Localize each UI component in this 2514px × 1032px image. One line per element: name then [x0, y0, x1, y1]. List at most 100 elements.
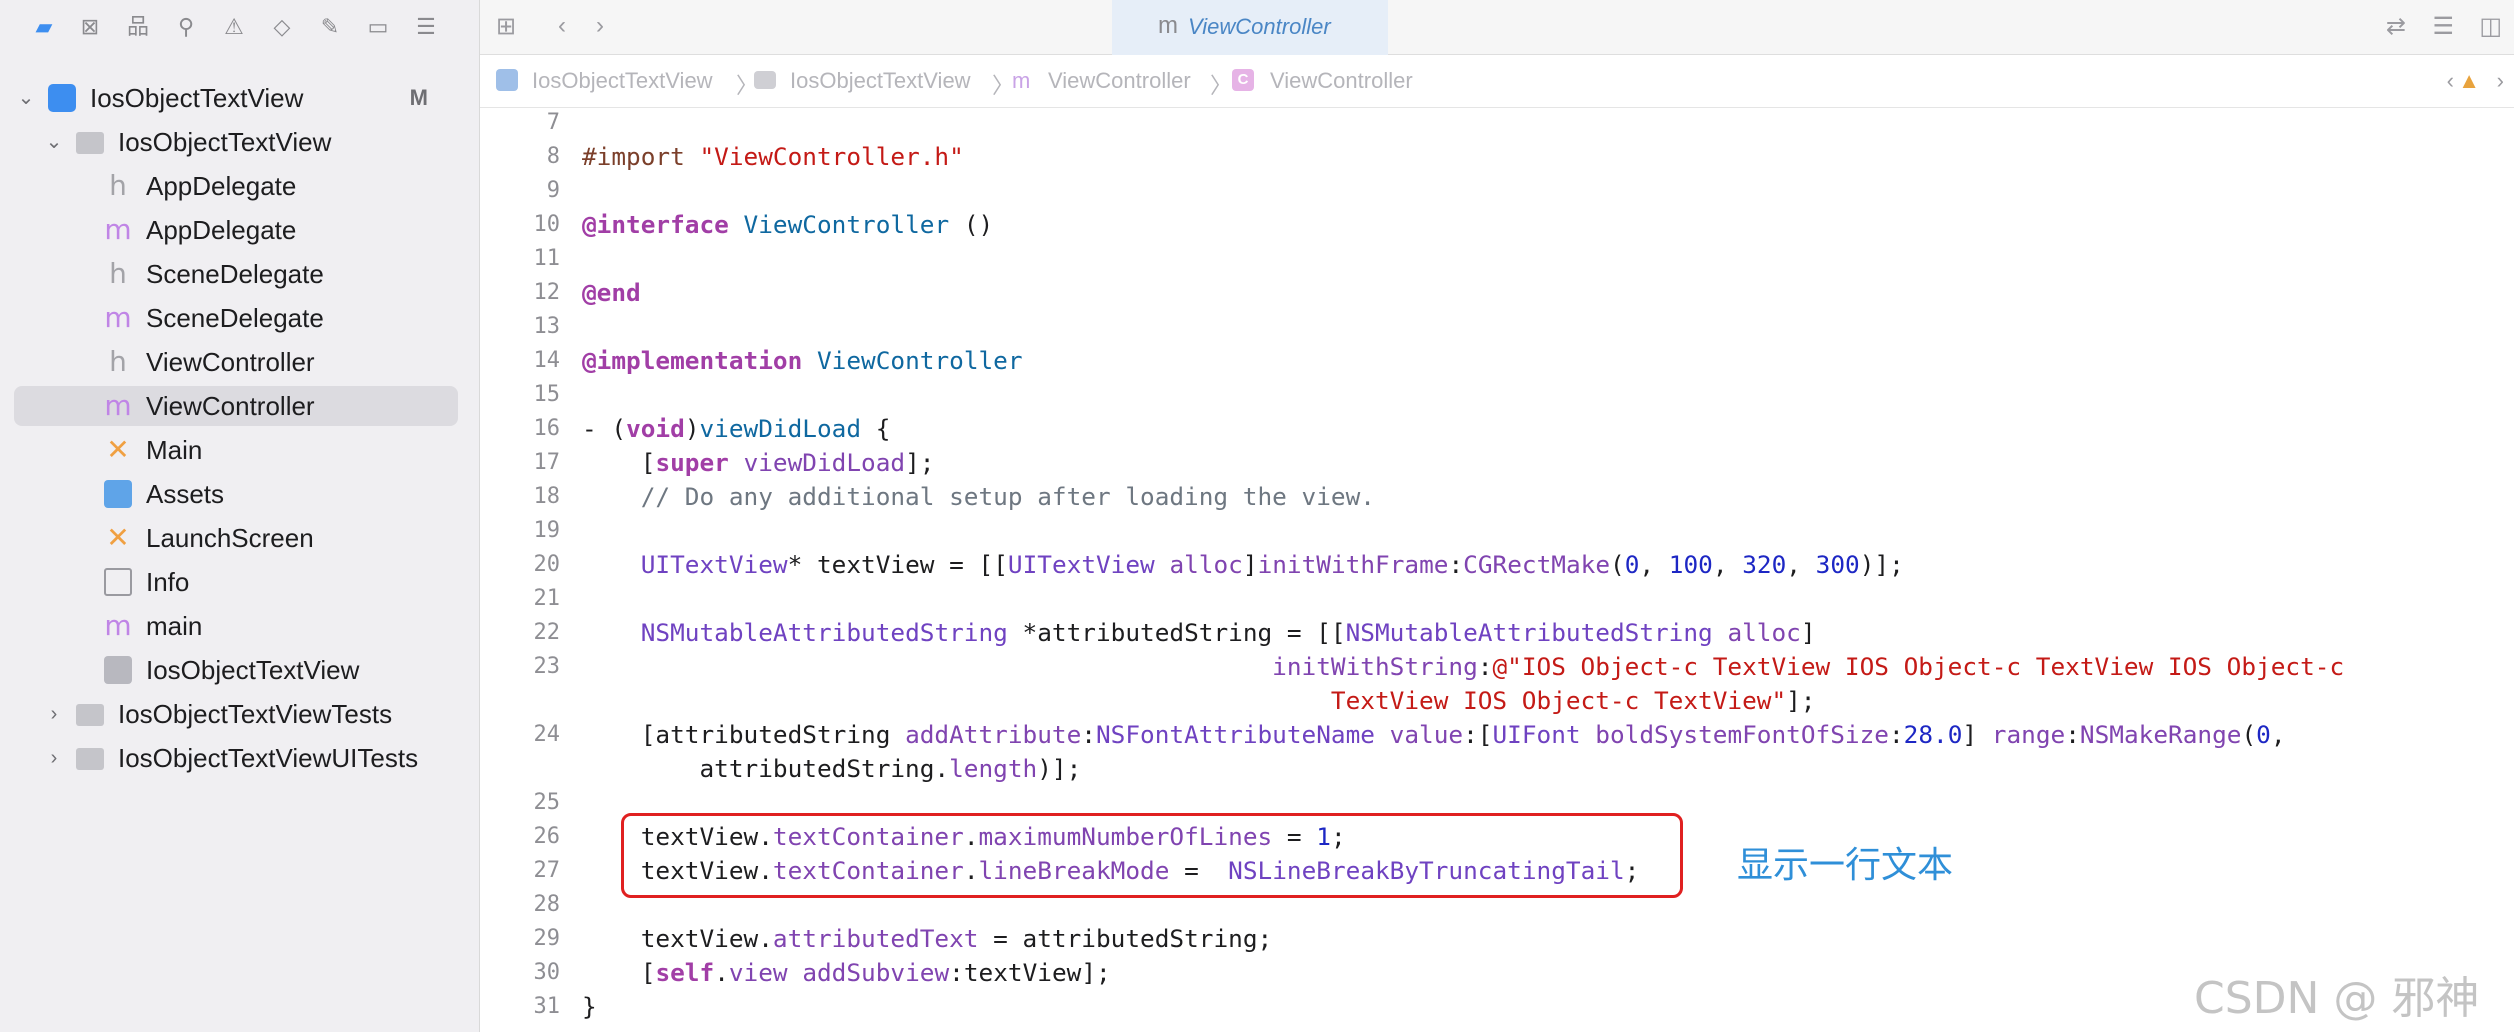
- navigator-toolbar: ▰ ⊠ 品 ⚲ ⚠ ◇ ✎ ▭ ☰: [0, 0, 479, 54]
- chevron-down-icon[interactable]: ⌄: [44, 122, 64, 162]
- line-number: 7: [546, 110, 560, 135]
- folder-icon: [76, 704, 104, 726]
- debug-icon[interactable]: ✎: [316, 14, 344, 40]
- editor-options-icon[interactable]: ☰: [2432, 12, 2454, 41]
- line-number: 31: [533, 994, 561, 1019]
- report-icon[interactable]: ☰: [412, 14, 440, 40]
- folder-icon: [754, 71, 776, 89]
- asset-catalog-icon: [104, 480, 132, 508]
- tree-item-group[interactable]: › IosObjectTextViewUITests: [14, 738, 458, 778]
- tree-item-file-selected[interactable]: m ViewController: [14, 386, 458, 426]
- tab-viewcontroller[interactable]: m ViewController: [1112, 0, 1388, 55]
- chevron-right-icon[interactable]: ›: [44, 738, 64, 778]
- folder-icon: [76, 748, 104, 770]
- test-icon[interactable]: ◇: [268, 14, 296, 40]
- chevron-right-icon[interactable]: ›: [2497, 68, 2504, 94]
- chevron-left-icon[interactable]: ‹: [558, 12, 566, 40]
- grid-icon[interactable]: ⊞: [496, 12, 516, 41]
- symbol-icon[interactable]: 品: [124, 14, 152, 40]
- issue-icon[interactable]: ⚠: [220, 14, 248, 40]
- breadcrumb-file[interactable]: ViewController: [1048, 68, 1191, 94]
- tree-item-group[interactable]: › IosObjectTextViewTests: [14, 694, 458, 734]
- editor-tab-bar: ⊞ ‹ › m ViewController ⇄ ☰ ◫: [480, 0, 2514, 55]
- header-file-icon: h: [109, 169, 127, 202]
- line-number: 27: [533, 858, 561, 883]
- tree-item-file[interactable]: m main: [14, 606, 458, 646]
- tree-item-project[interactable]: ⌄ IosObjectTextView M: [14, 78, 458, 118]
- line-number: 21: [533, 586, 561, 611]
- folder-icon: [76, 132, 104, 154]
- breadcrumb-project[interactable]: IosObjectTextView: [532, 68, 713, 94]
- line-number: 20: [533, 552, 561, 577]
- code-line-wrap: TextView IOS Object-c TextView"];: [1330, 686, 1816, 715]
- breakpoint-icon[interactable]: ▭: [364, 14, 392, 40]
- annotation-text: 显示一行文本: [1737, 845, 1954, 886]
- tree-item-file[interactable]: m SceneDelegate: [14, 298, 458, 338]
- chevron-left-icon[interactable]: ‹: [2447, 68, 2454, 94]
- tree-item-file[interactable]: ✕ LaunchScreen: [14, 518, 458, 558]
- line-number: 16: [533, 416, 561, 441]
- tree-item-file[interactable]: h SceneDelegate: [14, 254, 458, 294]
- tree-item-file[interactable]: IosObjectTextView: [14, 650, 458, 690]
- tree-item-file[interactable]: Assets: [14, 474, 458, 514]
- tree-item-file[interactable]: h AppDelegate: [14, 166, 458, 206]
- tab-title: ViewController: [1188, 14, 1331, 39]
- code-line: - (void)viewDidLoad {: [582, 414, 891, 443]
- split-editor-icon[interactable]: ◫: [2479, 12, 2502, 41]
- warning-icon[interactable]: ▲: [2458, 68, 2480, 94]
- chevron-right-icon: 〉: [992, 73, 1015, 98]
- plist-icon: [104, 568, 132, 596]
- entitlements-icon: [104, 656, 132, 684]
- tree-item-label: AppDelegate: [146, 171, 297, 201]
- tree-item-file[interactable]: m AppDelegate: [14, 210, 458, 250]
- objc-file-icon: m: [104, 389, 132, 422]
- swap-icon[interactable]: ⇄: [2386, 12, 2406, 41]
- tree-item-label: IosObjectTextViewTests: [118, 699, 393, 729]
- highlight-box: [621, 813, 1683, 898]
- objc-file-icon: m: [104, 213, 132, 246]
- code-line: textView.attributedText = attributedStri…: [582, 924, 1273, 953]
- chevron-right-icon[interactable]: ›: [44, 694, 64, 734]
- line-number: 18: [533, 484, 561, 509]
- code-line: #import "ViewController.h": [582, 142, 964, 171]
- chevron-right-icon: 〉: [1210, 73, 1233, 98]
- code-line: @end: [582, 278, 641, 307]
- line-number: 14: [533, 348, 561, 373]
- line-number: 8: [546, 144, 560, 169]
- watermark: CSDN @ 邪神: [2194, 973, 2480, 1024]
- tree-item-file[interactable]: Info: [14, 562, 458, 602]
- tree-item-label: IosObjectTextView: [118, 127, 332, 157]
- storyboard-icon: ✕: [106, 433, 130, 466]
- code-line: @interface ViewController (): [582, 210, 994, 239]
- code-line: // Do any additional setup after loading…: [582, 482, 1375, 511]
- objc-file-icon: m: [104, 609, 132, 642]
- line-number: 23: [533, 654, 561, 679]
- breadcrumb-group[interactable]: IosObjectTextView: [790, 68, 971, 94]
- tree-item-group[interactable]: ⌄ IosObjectTextView: [14, 122, 458, 162]
- folder-icon[interactable]: ▰: [30, 14, 58, 40]
- objc-file-icon: m: [104, 301, 132, 334]
- code-line-wrap: attributedString.length)];: [582, 754, 1082, 783]
- code-line: initWithString:@"IOS Object-c TextView I…: [1272, 652, 2345, 681]
- chevron-down-icon[interactable]: ⌄: [16, 78, 36, 118]
- tree-item-file[interactable]: ✕ Main: [14, 430, 458, 470]
- code-line: UITextView* textView = [[UITextView allo…: [640, 550, 1904, 579]
- line-number: 12: [533, 280, 561, 305]
- line-number: 13: [533, 314, 561, 339]
- jump-bar: IosObjectTextView 〉 IosObjectTextView 〉 …: [480, 55, 2514, 108]
- tree-item-label: IosObjectTextViewUITests: [118, 743, 419, 773]
- line-number: 24: [533, 722, 561, 747]
- line-number: 19: [533, 518, 561, 543]
- code-line: [super viewDidLoad];: [582, 448, 935, 477]
- tree-item-file[interactable]: h ViewController: [14, 342, 458, 382]
- objc-file-icon: m: [1158, 12, 1178, 39]
- tree-item-label: IosObjectTextView: [90, 83, 304, 113]
- tree-item-label: ViewController: [146, 391, 315, 421]
- code-line: @implementation ViewController: [582, 346, 1023, 375]
- breadcrumb-symbol[interactable]: ViewController: [1270, 68, 1413, 94]
- line-number: 29: [533, 926, 561, 951]
- source-control-icon[interactable]: ⊠: [76, 14, 104, 40]
- chevron-right-icon[interactable]: ›: [596, 12, 604, 40]
- tree-item-label: IosObjectTextView: [146, 655, 360, 685]
- search-icon[interactable]: ⚲: [172, 14, 200, 40]
